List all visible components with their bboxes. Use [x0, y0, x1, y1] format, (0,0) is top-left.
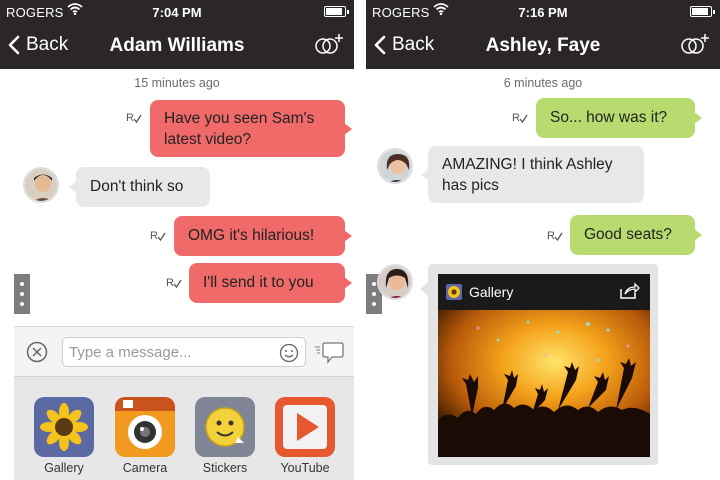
compose-bar: [14, 326, 354, 376]
message-timestamp: 15 minutes ago: [134, 76, 220, 90]
read-receipt-icon: R: [126, 112, 142, 124]
voice-bubble-icon[interactable]: [314, 341, 344, 365]
svg-text:R: R: [166, 277, 174, 289]
status-bar: ROGERS 7:16 PM: [366, 0, 720, 24]
message-bubble-outgoing[interactable]: Have you seen Sam's latest video?: [150, 100, 352, 157]
svg-text:R: R: [547, 230, 555, 242]
camera-icon: [115, 397, 175, 457]
clock: 7:16 PM: [518, 5, 568, 20]
app-label: Gallery: [44, 461, 84, 475]
add-people-button[interactable]: [314, 32, 344, 61]
back-label: Back: [392, 34, 435, 55]
message-timestamp: 6 minutes ago: [503, 76, 583, 90]
read-receipt-icon: R: [150, 230, 166, 242]
share-icon[interactable]: [618, 282, 640, 300]
gallery-header: Gallery: [438, 274, 650, 310]
add-people-icon: [681, 34, 709, 54]
svg-text:R: R: [150, 230, 158, 242]
nav-bar: Back Ashley, Faye: [366, 24, 720, 69]
message-bubble-outgoing[interactable]: Good seats?: [570, 215, 702, 255]
gallery-attachment[interactable]: Gallery: [420, 264, 658, 465]
back-label: Back: [26, 34, 69, 55]
add-people-icon: [315, 34, 343, 54]
chat-screen-adam-williams: ROGERS 7:04 PM Back Adam Williams 15 min…: [0, 0, 354, 480]
add-people-button[interactable]: [680, 32, 710, 61]
battery-icon: [690, 6, 715, 17]
svg-text:R: R: [126, 112, 134, 124]
message-input[interactable]: [63, 338, 263, 366]
app-tray: Gallery Camera Stickers YouTube: [14, 376, 354, 480]
sunflower-icon: [446, 284, 462, 300]
nav-bar: Back Adam Williams: [0, 24, 354, 69]
sticker-face-icon: [195, 397, 255, 457]
chevron-left-icon: [374, 35, 386, 55]
read-receipt-icon: R: [547, 230, 563, 242]
read-receipt-icon: R: [166, 277, 182, 289]
app-label: Camera: [122, 461, 168, 475]
message-bubble-outgoing[interactable]: I'll send it to you: [189, 263, 352, 303]
clock: 7:04 PM: [152, 5, 202, 20]
back-button[interactable]: Back: [8, 34, 68, 56]
app-label: Stickers: [202, 461, 248, 475]
app-label: YouTube: [280, 461, 330, 475]
battery-icon: [324, 6, 349, 17]
avatar-adam[interactable]: [23, 167, 59, 203]
app-gallery[interactable]: Gallery: [33, 397, 95, 475]
gallery-frame: Gallery: [438, 274, 650, 457]
message-bubble-outgoing[interactable]: So... how was it?: [536, 98, 702, 138]
message-bubble-outgoing[interactable]: OMG it's hilarious!: [174, 216, 352, 256]
gallery-title: Gallery: [469, 284, 514, 300]
status-bar: ROGERS 7:04 PM: [0, 0, 354, 24]
chat-screen-ashley-faye: ROGERS 7:16 PM Back Ashley, Faye 6 minut…: [366, 0, 720, 480]
app-youtube[interactable]: YouTube: [274, 397, 336, 475]
avatar-ashley[interactable]: [377, 148, 413, 184]
sunflower-icon: [34, 397, 94, 457]
play-icon: [275, 397, 335, 457]
message-field: [62, 337, 306, 367]
back-button[interactable]: Back: [374, 34, 434, 56]
app-stickers[interactable]: Stickers: [194, 397, 256, 475]
emoji-icon[interactable]: [279, 343, 299, 363]
clear-icon[interactable]: [26, 341, 48, 363]
avatar-faye[interactable]: [377, 264, 413, 300]
message-bubble-incoming[interactable]: AMAZING! I think Ashley has pics: [421, 146, 644, 203]
chevron-left-icon: [8, 35, 20, 55]
read-receipt-icon: R: [512, 112, 528, 124]
drawer-handle[interactable]: [14, 274, 30, 314]
concert-crowd-photo[interactable]: [438, 310, 650, 457]
app-camera[interactable]: Camera: [114, 397, 176, 475]
message-bubble-incoming[interactable]: Don't think so: [69, 167, 210, 207]
svg-text:R: R: [512, 112, 520, 124]
